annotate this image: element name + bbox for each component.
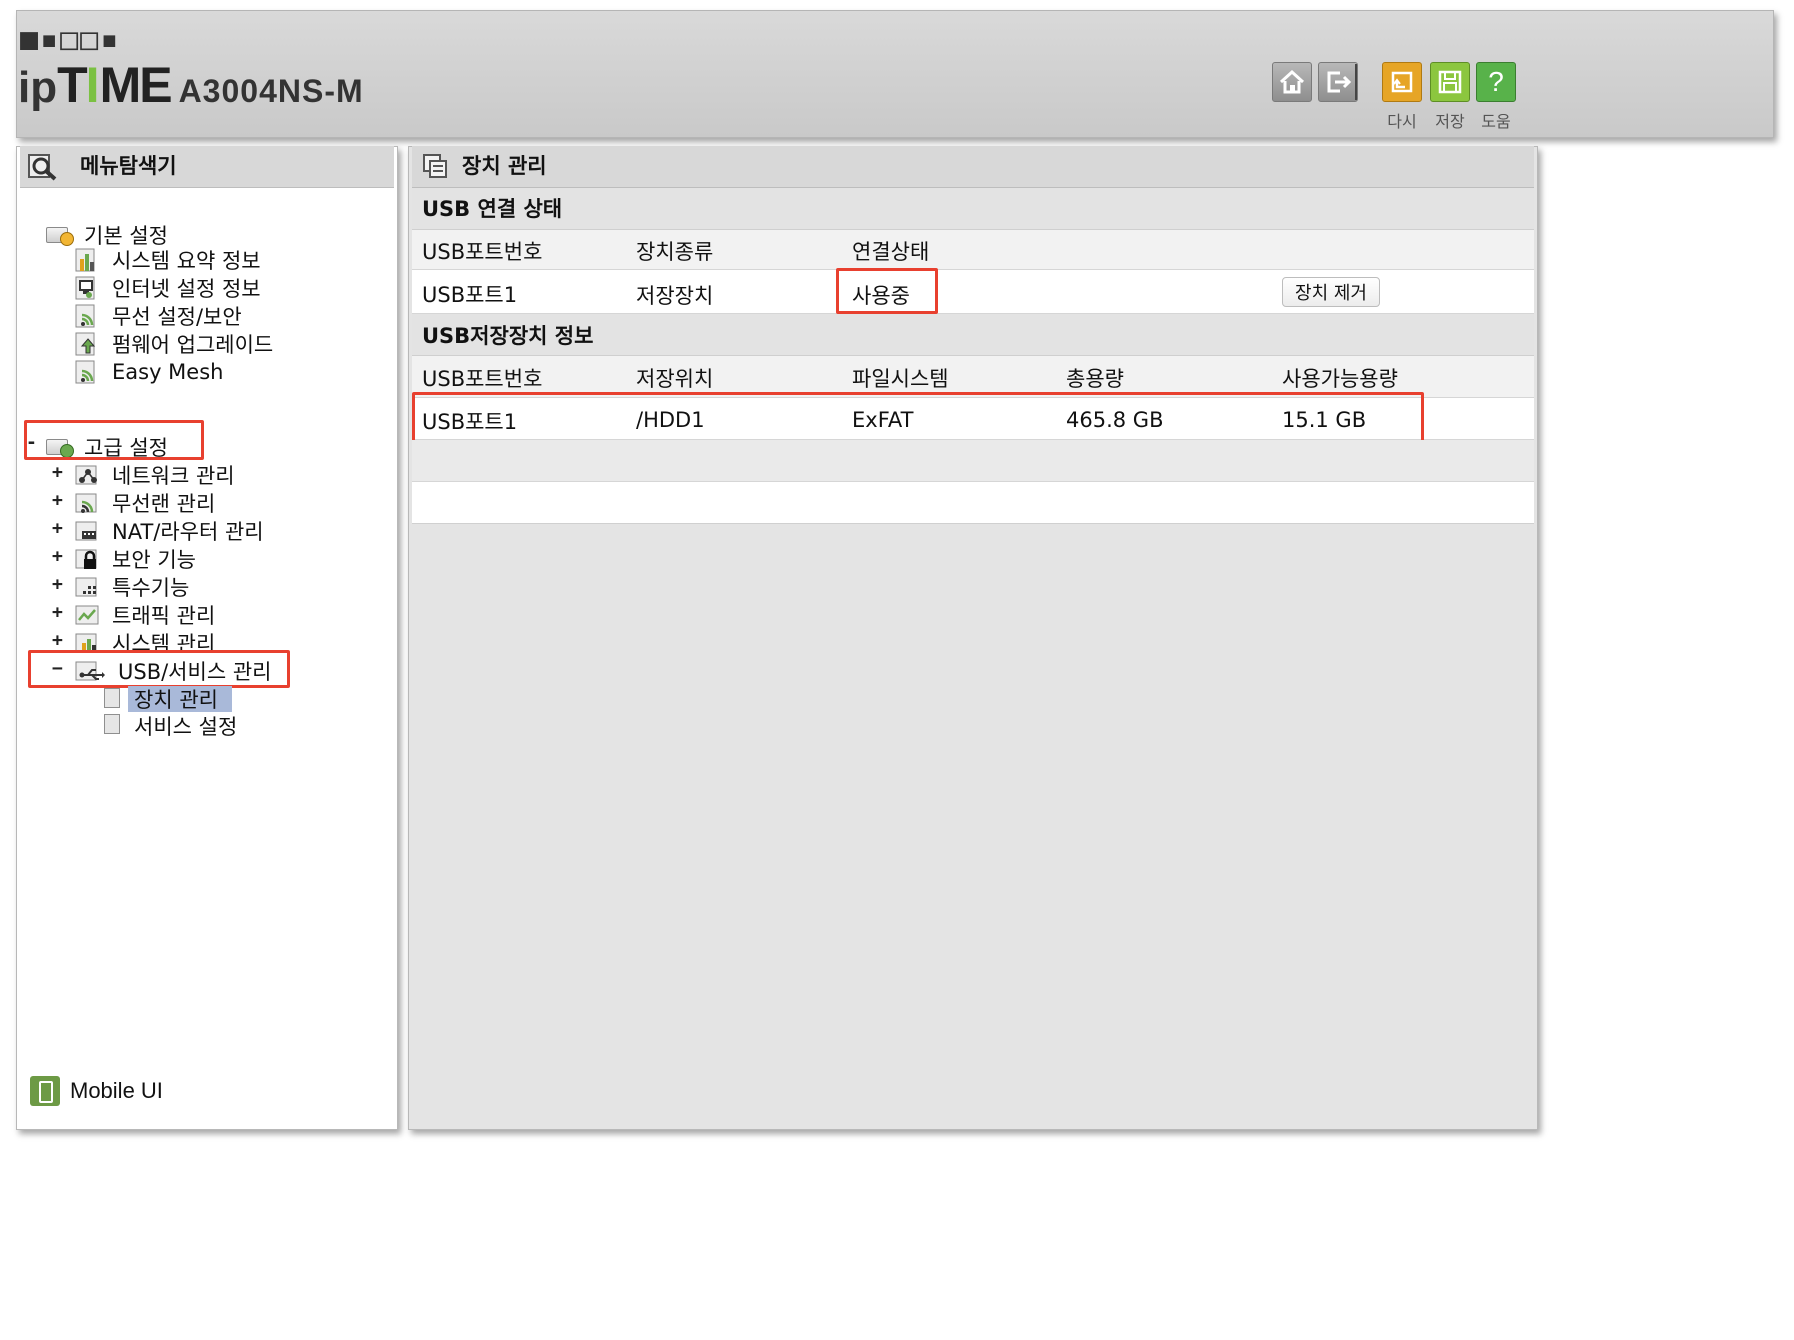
usb-port-value: USB포트1 (422, 283, 518, 307)
save-button[interactable] (1430, 62, 1470, 102)
tree-item-special[interactable]: 특수기능 (74, 572, 189, 602)
header-separator (1355, 64, 1357, 100)
save-icon (1438, 70, 1462, 94)
wifi-icon (75, 360, 95, 384)
tree-item-device-management[interactable]: 장치 관리 (134, 684, 218, 714)
expand-toggle[interactable]: + (52, 630, 63, 651)
logout-icon (1327, 71, 1352, 93)
tree-item-nat-router[interactable]: NAT/라우터 관리 (74, 516, 264, 546)
tree-item-label: 보안 기능 (112, 548, 196, 572)
column-header: 사용가능용량 (1282, 367, 1398, 391)
iptime-logo: ip T I ME A3004NS-M (18, 56, 364, 116)
highlight-advanced-settings (24, 420, 204, 460)
help-icon: ? (1488, 66, 1504, 97)
tree-item-service-settings[interactable]: 서비스 설정 (134, 711, 237, 741)
page-icon (104, 688, 120, 708)
expand-toggle[interactable]: + (52, 518, 63, 539)
network-icon (75, 465, 97, 485)
tree-item-label: Easy Mesh (112, 360, 224, 384)
restart-icon (1391, 71, 1413, 93)
tree-item-label: 네트워크 관리 (112, 464, 235, 488)
menu-explorer-title: 메뉴탐색기 (80, 154, 177, 178)
iptime-logo-mark: ■▪□□▪ (20, 22, 121, 57)
home-button[interactable] (1272, 62, 1312, 102)
save-label: 저장 (1435, 112, 1465, 131)
lock-icon (75, 549, 97, 569)
expand-toggle[interactable]: + (52, 490, 63, 511)
column-header: 총용량 (1066, 367, 1124, 391)
logout-button[interactable] (1318, 62, 1358, 102)
tree-item-firmware-upgrade[interactable]: 펌웨어 업그레이드 (74, 329, 273, 359)
tree-item-label: 무선 설정/보안 (112, 305, 242, 329)
tree-item-network[interactable]: 네트워크 관리 (74, 460, 235, 490)
wifi-icon (75, 304, 95, 328)
tree-item-label: 시스템 요약 정보 (112, 249, 261, 273)
column-header: 저장위치 (636, 367, 714, 391)
tree-item-traffic[interactable]: 트래픽 관리 (74, 600, 215, 630)
page-icon (104, 714, 120, 734)
column-header: USB포트번호 (422, 367, 543, 391)
remove-device-button[interactable]: 장치 제거 (1282, 277, 1380, 307)
traffic-graph-icon (75, 605, 99, 625)
mobile-ui-label: Mobile UI (70, 1078, 163, 1103)
usb-status-header-row (412, 230, 1534, 270)
main-title-bar (412, 146, 1534, 188)
tree-item-wlan[interactable]: 무선랜 관리 (74, 488, 215, 518)
tree-item-internet-info[interactable]: 인터넷 설정 정보 (74, 273, 261, 303)
page-title: 장치 관리 (462, 154, 547, 178)
tree-item-label: 트래픽 관리 (112, 604, 216, 628)
tree-item-label: 특수기능 (112, 576, 190, 600)
restart-button[interactable] (1382, 62, 1422, 102)
empty-row (412, 482, 1534, 524)
menu-explorer-title-bar (20, 146, 394, 188)
tree-item-label: 펌웨어 업그레이드 (112, 333, 274, 357)
device-type-value: 저장장치 (636, 284, 714, 308)
logo-ip-text: ip (18, 63, 58, 112)
monitor-icon (75, 276, 95, 300)
router-icon (75, 521, 97, 541)
logo-i-text: I (85, 57, 100, 113)
column-header: USB포트번호 (422, 240, 543, 264)
expand-toggle[interactable]: + (52, 602, 63, 623)
usb-status-section-bar (412, 188, 1534, 230)
tree-item-label: 무선랜 관리 (112, 492, 216, 516)
mobile-ui-link[interactable]: Mobile UI (30, 1076, 163, 1106)
help-label: 도움 (1481, 112, 1511, 131)
grid-dots-icon (75, 577, 97, 597)
logo-me-text: ME (99, 57, 173, 113)
magnifier-icon (28, 154, 57, 181)
highlight-usb-service (28, 650, 290, 688)
column-header: 연결상태 (852, 240, 930, 264)
empty-row (412, 440, 1534, 482)
folder-settings-icon (46, 224, 76, 246)
help-button[interactable]: ? (1476, 62, 1516, 102)
home-icon (1279, 69, 1305, 94)
logo-t-text: T (57, 57, 88, 113)
tree-item-security[interactable]: 보안 기능 (74, 544, 196, 574)
tree-item-label: 인터넷 설정 정보 (112, 277, 261, 301)
wifi-icon (75, 493, 97, 513)
expand-toggle[interactable]: + (52, 574, 63, 595)
upgrade-arrow-icon (75, 332, 96, 356)
column-header: 장치종류 (636, 240, 714, 264)
tree-item-label: NAT/라우터 관리 (112, 520, 264, 544)
tree-item-wireless-security[interactable]: 무선 설정/보안 (74, 301, 242, 331)
model-name: A3004NS-M (178, 73, 364, 109)
tree-item-system-summary[interactable]: 시스템 요약 정보 (74, 245, 261, 275)
mobile-phone-icon (30, 1076, 60, 1106)
storage-info-section-title: USB저장장치 정보 (422, 324, 594, 348)
expand-toggle[interactable]: + (52, 546, 63, 567)
highlight-connection-status (836, 268, 938, 314)
column-header: 파일시스템 (852, 367, 949, 391)
restart-label: 다시 (1387, 112, 1417, 131)
tree-item-easy-mesh[interactable]: Easy Mesh (74, 359, 223, 385)
device-management-icon (423, 154, 447, 178)
usb-status-section-title: USB 연결 상태 (422, 197, 563, 221)
bar-chart-icon (75, 248, 95, 272)
expand-toggle[interactable]: + (52, 462, 63, 483)
